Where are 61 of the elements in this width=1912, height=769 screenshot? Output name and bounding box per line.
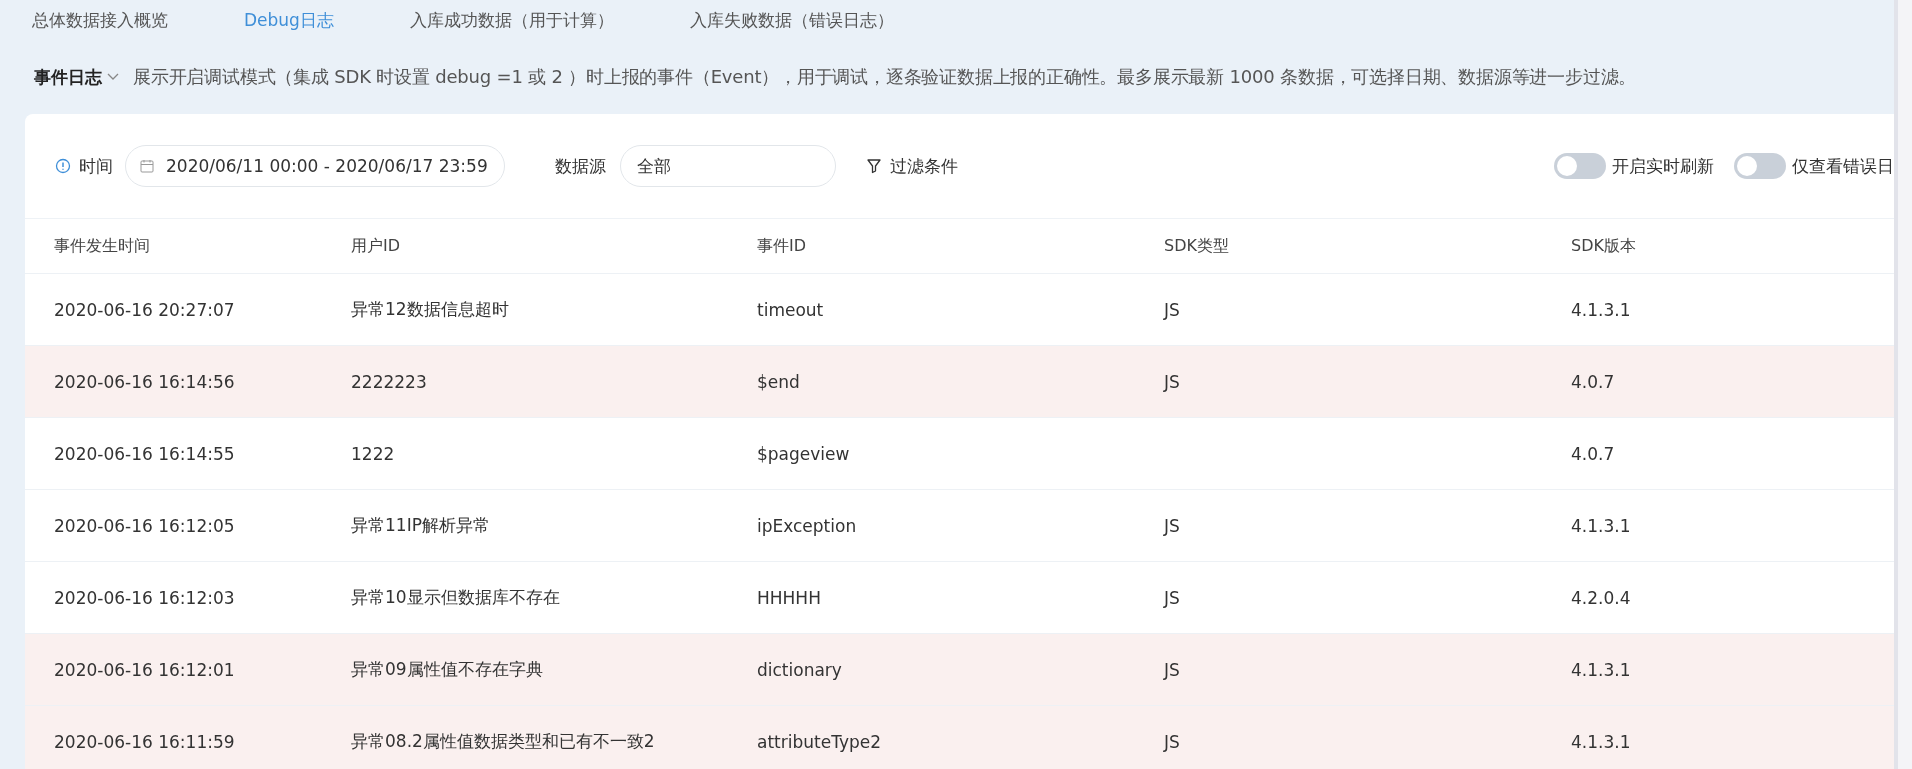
tab[interactable]: 入库失败数据（错误日志）	[689, 8, 894, 32]
table-cell: 2222223	[351, 371, 427, 392]
table-row[interactable]: 2020-06-16 16:14:55 1222 $pageview 4.0.7	[25, 418, 1894, 490]
filter-icon	[865, 158, 882, 174]
toggle-switch[interactable]	[1734, 153, 1786, 179]
table-cell: 2020-06-16 16:12:03	[54, 587, 235, 608]
table-cell: 4.1.3.1	[1571, 659, 1631, 680]
source-label: 数据源	[554, 154, 606, 178]
table-cell: JS	[1164, 371, 1180, 392]
table-cell: HHHHH	[757, 587, 821, 608]
table-cell: 2020-06-16 16:14:56	[54, 371, 235, 392]
scrollbar[interactable]	[1894, 0, 1912, 769]
tab[interactable]: 入库成功数据（用于计算）	[409, 8, 614, 32]
column-header: 用户ID	[351, 235, 402, 257]
table-cell: dictionary	[757, 659, 842, 680]
table-cell: attributeType2	[757, 731, 881, 752]
table-cell: timeout	[757, 299, 824, 320]
table-row[interactable]: 2020-06-16 16:11:59 异常08.2属性值数据类型和已有不一致2 attributeType2 JS 4.1.3.1	[25, 706, 1894, 769]
column-header: 事件ID	[757, 235, 808, 257]
calendar-icon	[140, 159, 154, 173]
table-cell: 异常10显示但数据库不存在	[351, 587, 560, 607]
table-cell: 4.1.3.1	[1571, 515, 1631, 536]
table-cell: 2020-06-16 16:12:01	[54, 659, 235, 680]
table-cell: $end	[757, 371, 800, 392]
table-cell: 2020-06-16 16:14:55	[54, 443, 235, 464]
table-cell: ipException	[757, 515, 857, 536]
time-label: 时间	[79, 154, 113, 178]
table-cell: 4.1.3.1	[1571, 299, 1631, 320]
table-cell: 1222	[351, 443, 395, 464]
column-header: SDK类型	[1164, 235, 1230, 257]
toggle-label: 开启实时刷新	[1612, 154, 1714, 178]
table-cell: JS	[1164, 731, 1180, 752]
filter-button[interactable]: 过滤条件	[865, 154, 958, 178]
table-cell: 异常08.2属性值数据类型和已有不一致2	[351, 731, 655, 751]
section-description: 展示开启调试模式（集成 SDK 时设置 debug =1 或 2 ）时上报的事件（Event），用于调试，逐条验证数据上报的正确性。最多展示最新 1000 条数据，可选择日期、数据源等进一步过滤。	[133, 65, 1637, 89]
tab[interactable]: 总体数据接入概览	[32, 8, 168, 32]
table-cell: 4.0.7	[1571, 443, 1615, 464]
table-cell: 4.0.7	[1571, 371, 1615, 392]
table-cell: JS	[1164, 659, 1180, 680]
table-cell: 异常09属性值不存在字典	[351, 659, 543, 679]
table-cell: $pageview	[757, 443, 850, 464]
table-cell: JS	[1164, 299, 1180, 320]
toggle-label: 仅查看错误日	[1792, 154, 1894, 178]
table-cell: 异常11IP解析异常	[351, 515, 490, 535]
table-row[interactable]: 2020-06-16 16:12:05 异常11IP解析异常 ipException JS 4.1.3.1	[25, 490, 1894, 562]
table-cell: 4.1.3.1	[1571, 731, 1631, 752]
table-cell: 2020-06-16 16:12:05	[54, 515, 235, 536]
table-cell: JS	[1164, 515, 1180, 536]
info-icon	[55, 158, 71, 174]
table-row[interactable]: 2020-06-16 16:12:01 异常09属性值不存在字典 dictionary JS 4.1.3.1	[25, 634, 1894, 706]
section-title-dropdown[interactable]: 事件日志	[34, 65, 119, 89]
table-cell: 2020-06-16 20:27:07	[54, 299, 235, 320]
table-cell: 4.2.0.4	[1571, 587, 1631, 608]
column-header: SDK版本	[1571, 235, 1637, 257]
table-cell: JS	[1164, 587, 1180, 608]
toggle-switch[interactable]	[1554, 153, 1606, 179]
table-cell: 2020-06-16 16:11:59	[54, 731, 235, 752]
table-cell: 异常12数据信息超时	[351, 299, 509, 319]
table-row[interactable]: 2020-06-16 16:14:56 2222223 $end JS 4.0.7	[25, 346, 1894, 418]
column-header: 事件发生时间	[54, 235, 151, 257]
chevron-down-icon	[107, 73, 119, 81]
